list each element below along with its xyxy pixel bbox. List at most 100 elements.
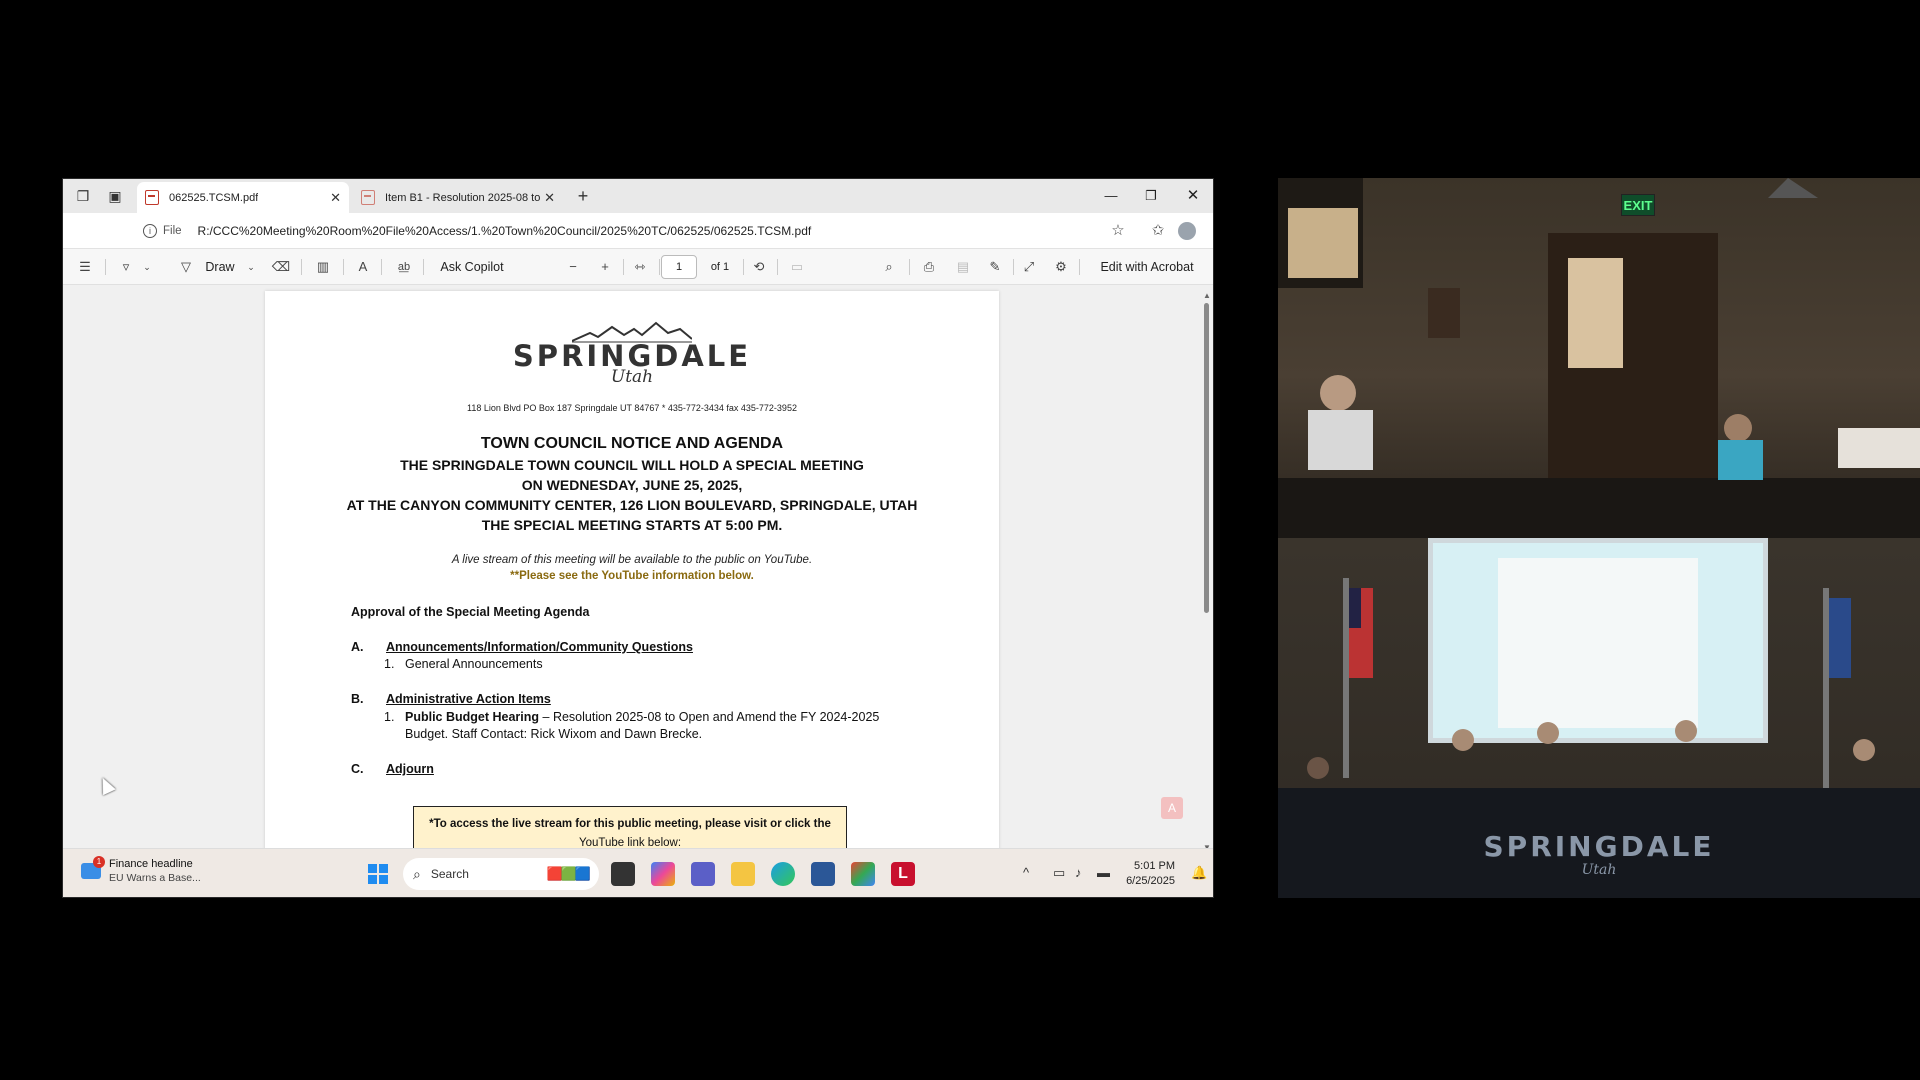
toolbar-divider (909, 259, 910, 275)
more-options-icon[interactable] (1209, 221, 1213, 241)
lastpass-icon[interactable]: L (891, 862, 915, 886)
edit-with-acrobat-button[interactable]: Edit with Acrobat (1089, 257, 1205, 277)
dais-logo-script: Utah (1581, 862, 1617, 878)
logo-script: Utah (610, 367, 654, 387)
settings-gear-icon[interactable]: ⚙ (1051, 257, 1071, 277)
agenda-heading-line: THE SPECIAL MEETING STARTS AT 5:00 PM. (481, 517, 783, 533)
volume-icon[interactable]: ♪ (1075, 865, 1082, 880)
livestream-box-line: YouTube link below: (578, 837, 682, 848)
draw-button[interactable]: Draw (203, 257, 237, 277)
display-icon[interactable]: ▭ (1053, 865, 1065, 881)
close-tab-icon[interactable]: ✕ (330, 190, 341, 206)
chevron-down-icon[interactable]: ⌄ (141, 257, 153, 277)
news-widget[interactable]: 1 Finance headline EU Warns a Base... (81, 856, 201, 885)
save-icon[interactable]: ▤ (953, 257, 973, 277)
scroll-thumb[interactable] (1204, 303, 1209, 613)
translate-icon[interactable]: a͟b (393, 257, 415, 277)
vertical-scrollbar[interactable]: ▲ ▼ (1203, 291, 1211, 848)
tab-label: 062525.TCSM.pdf (169, 191, 259, 204)
read-aloud-icon[interactable]: A (353, 257, 373, 277)
tab-bar: ❐ ▣ 062525.TCSM.pdf ✕ Item B1 - Resoluti… (63, 179, 1213, 213)
address-bar[interactable]: i File R:/CCC%20Meeting%20Room%20File%20… (63, 218, 1063, 244)
page-number-input[interactable]: 1 (661, 255, 697, 279)
toolbar-divider (623, 259, 624, 275)
toolbar-divider (1013, 259, 1014, 275)
task-view-icon[interactable] (611, 862, 635, 886)
screen: ❐ ▣ 062525.TCSM.pdf ✕ Item B1 - Resoluti… (0, 0, 1920, 1080)
draw-icon[interactable]: ▽ (177, 257, 195, 277)
toolbar-divider (1079, 259, 1080, 275)
fullscreen-icon[interactable]: ⤢ (1019, 257, 1039, 277)
clock-time: 5:01 PM (1134, 860, 1175, 872)
zoom-out-icon[interactable]: − (563, 257, 583, 277)
taskbar-clock[interactable]: 5:01 PM 6/25/2025 (1126, 859, 1175, 889)
new-tab-icon[interactable]: + (573, 186, 593, 206)
address-line: 118 Lion Blvd PO Box 187 Springdale UT 8… (467, 403, 797, 413)
minimize-icon[interactable]: — (1097, 185, 1125, 207)
page-view-icon[interactable]: ▭ (787, 257, 807, 277)
tab-pdf-agenda[interactable]: 062525.TCSM.pdf ✕ (137, 182, 349, 213)
pdf-viewer[interactable]: SPRINGDALE Utah 118 Lion Blvd PO Box 187… (63, 285, 1213, 848)
save-as-icon[interactable]: ✎ (985, 257, 1005, 277)
council-room-scene (1278, 178, 1920, 538)
section-letter: C. (351, 762, 364, 776)
start-button[interactable] (368, 864, 388, 884)
copilot-icon[interactable] (651, 862, 675, 886)
ask-copilot-button[interactable]: Ask Copilot (437, 257, 507, 277)
news-icon: 1 (81, 856, 105, 879)
agenda-title: TOWN COUNCIL NOTICE AND AGENDA (480, 435, 784, 452)
add-text-icon[interactable]: ▥ (313, 257, 333, 277)
pdf-toolbar: ☰ ▿ ⌄ ▽ Draw ⌄ ⌫ ▥ A a͟b Ask Copilot − +… (63, 249, 1213, 285)
toolbar-divider (743, 259, 744, 275)
toolbar-divider (423, 259, 424, 275)
agenda-heading-line: ON WEDNESDAY, JUNE 25, 2025, (521, 477, 743, 493)
teams-icon[interactable] (691, 862, 715, 886)
favorite-star-icon[interactable]: ☆ (1107, 221, 1129, 241)
url-text[interactable]: R:/CCC%20Meeting%20Room%20File%20Access/… (198, 224, 812, 238)
tab-resolution[interactable]: Item B1 - Resolution 2025-08 to O ✕ (353, 182, 563, 213)
council-camera-feed-bottom: SPRINGDALE Utah (1278, 538, 1920, 898)
address-bar-row: ← ↻ i File R:/CCC%20Meeting%20Room%20Fil… (63, 213, 1213, 249)
rotate-icon[interactable]: ⟲ (749, 257, 769, 277)
clock-date: 6/25/2025 (1126, 875, 1175, 887)
exit-sign: EXIT (1621, 194, 1655, 216)
vertical-tabs-icon[interactable]: ▣ (105, 186, 125, 206)
section-a-item: General Announcements (405, 657, 543, 671)
livestream-box: *To access the live stream for this publ… (413, 806, 847, 848)
profile-avatar[interactable] (1178, 222, 1196, 240)
pdf-icon (145, 190, 159, 205)
chevron-down-icon[interactable]: ⌄ (245, 257, 257, 277)
close-window-icon[interactable]: ✕ (1179, 185, 1207, 207)
council-camera-feed-top: EXIT (1278, 178, 1920, 538)
print-icon[interactable]: ⎙ (919, 257, 939, 277)
close-tab-icon[interactable]: ✕ (544, 190, 555, 206)
news-title: Finance headline (109, 858, 193, 870)
contents-list-icon[interactable]: ☰ (75, 257, 95, 277)
windows-taskbar: 1 Finance headline EU Warns a Base... ⌕ … (63, 848, 1213, 897)
highlight-icon[interactable]: ▿ (115, 257, 137, 277)
youtube-note: **Please see the YouTube information bel… (510, 570, 754, 582)
file-explorer-icon[interactable] (731, 862, 755, 886)
section-b-item-line2: Budget. Staff Contact: Rick Wixom and Da… (405, 727, 703, 741)
taskbar-search[interactable]: ⌕ Search 🟥🟩🟦 (403, 858, 599, 890)
edge-icon[interactable] (771, 862, 795, 886)
acrobat-icon[interactable]: A (1161, 797, 1183, 819)
scroll-up-icon[interactable]: ▲ (1203, 291, 1211, 300)
favorites-icon[interactable]: ✩ (1147, 221, 1169, 241)
workspaces-icon[interactable]: ❐ (73, 186, 93, 206)
show-hidden-icons-icon[interactable]: ^ (1023, 865, 1029, 880)
office-icon[interactable] (851, 862, 875, 886)
livestream-note: A live stream of this meeting will be av… (451, 554, 813, 566)
notification-bell-icon[interactable]: 🔔 (1191, 865, 1207, 881)
eraser-icon[interactable]: ⌫ (271, 257, 291, 277)
item-number: 1. (384, 657, 395, 671)
store-icon[interactable] (811, 862, 835, 886)
zoom-in-icon[interactable]: + (595, 257, 615, 277)
info-icon[interactable]: i (143, 224, 157, 238)
fit-page-icon[interactable]: ⇿ (629, 257, 651, 277)
toolbar-divider (659, 259, 660, 275)
approval-line: Approval of the Special Meeting Agenda (351, 605, 590, 619)
battery-icon[interactable]: ▬ (1097, 865, 1110, 880)
restore-icon[interactable]: ❐ (1137, 185, 1165, 207)
search-icon[interactable]: ⌕ (879, 257, 899, 277)
